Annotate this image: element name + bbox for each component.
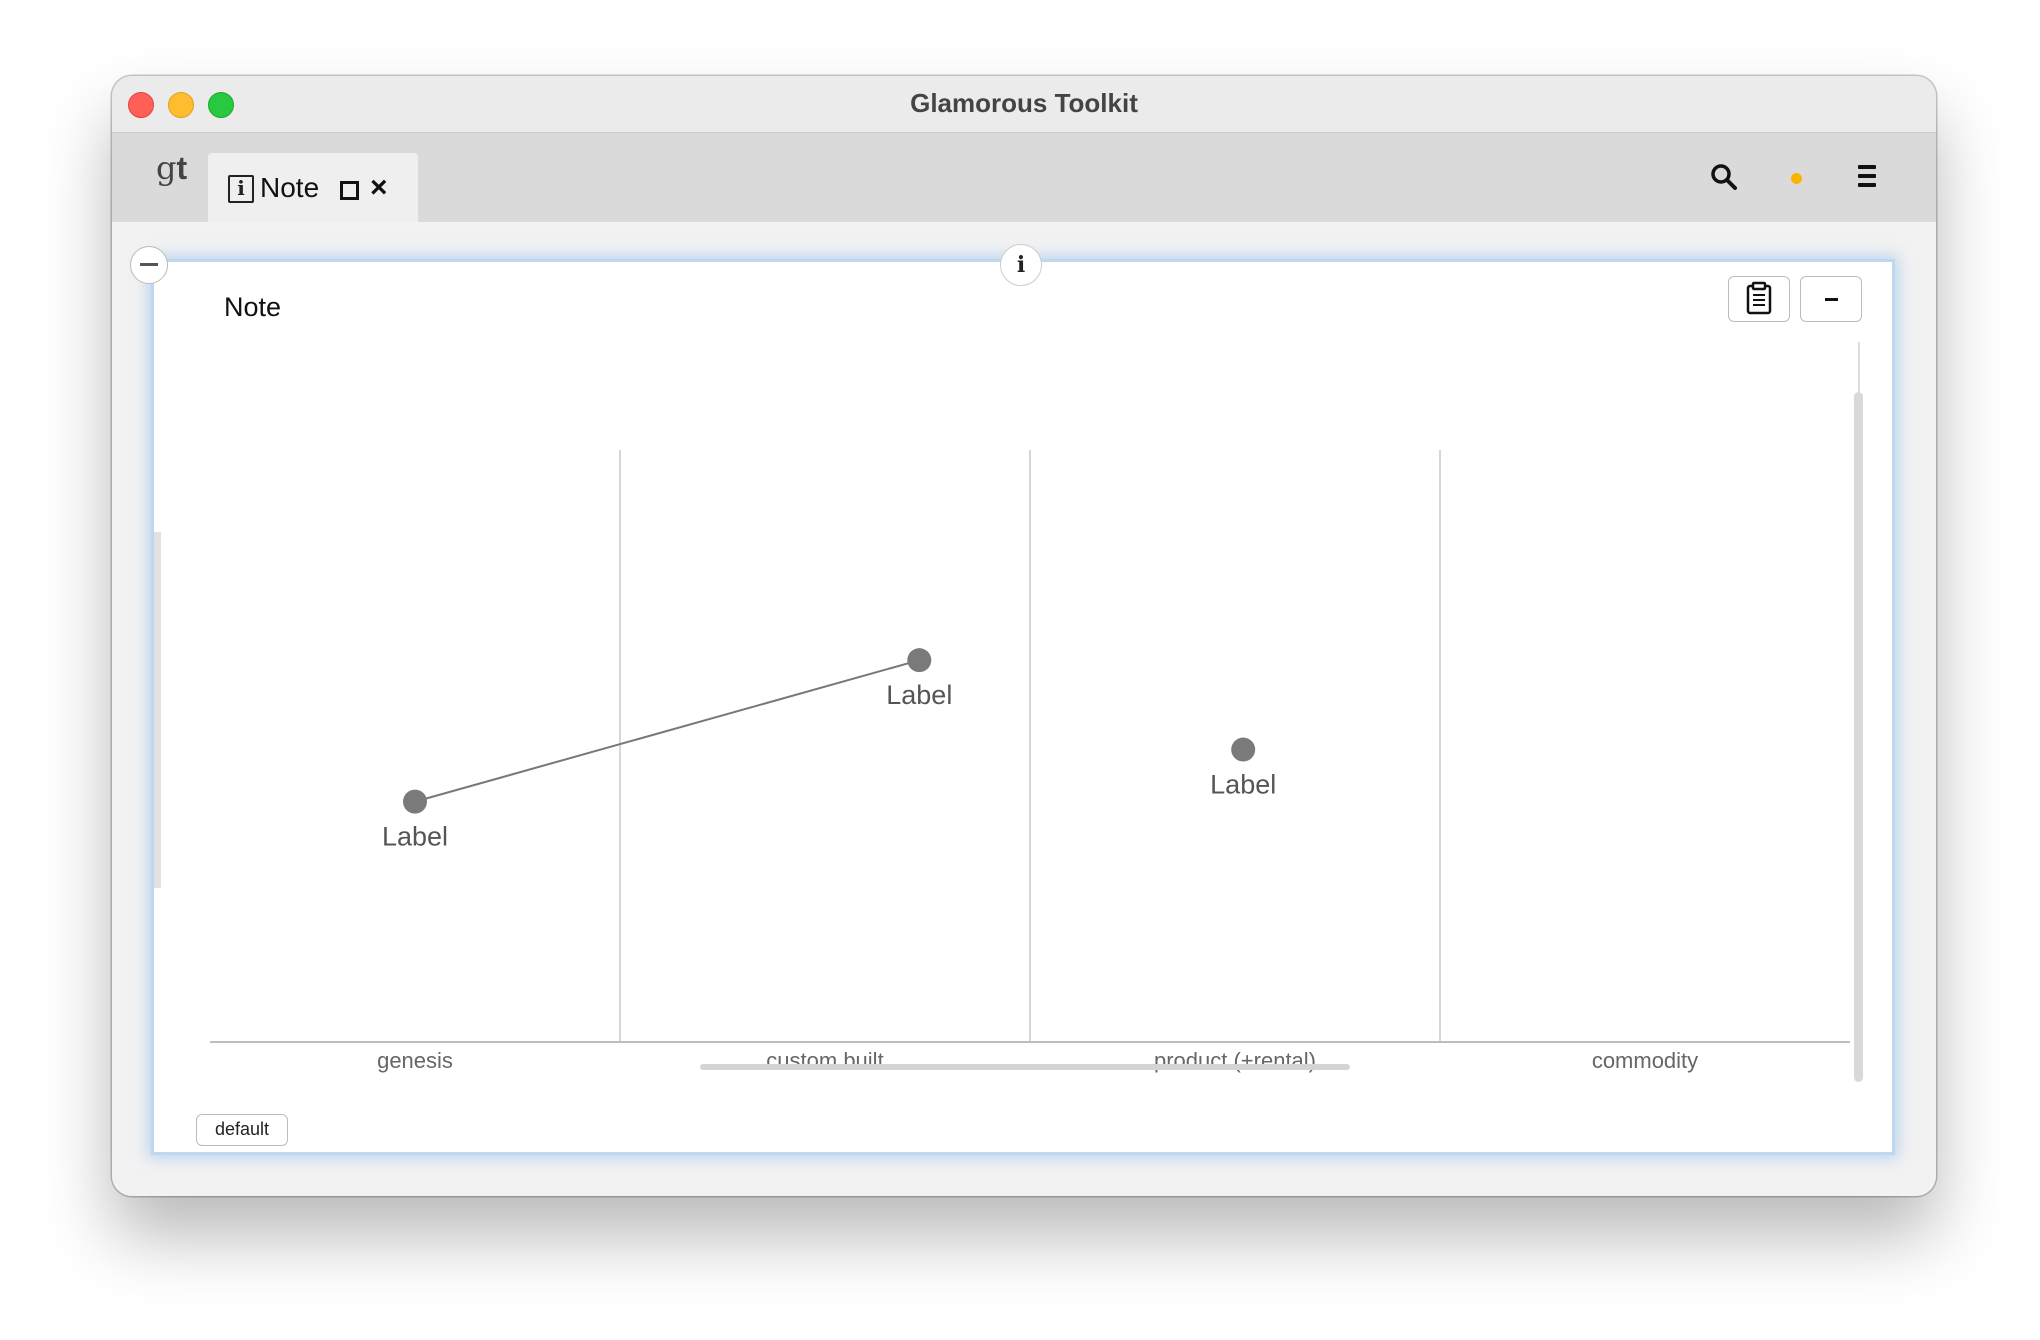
component-point <box>907 648 932 673</box>
vertical-scrollbar[interactable] <box>1854 392 1863 1082</box>
wardley-chart: genesis custom built product (+rental) comm… <box>210 450 1850 1073</box>
info-button[interactable]: i <box>1000 244 1042 286</box>
status-indicator[interactable] <box>1791 173 1802 184</box>
menu-icon[interactable] <box>1858 165 1876 192</box>
component-label: Label <box>886 680 952 710</box>
component-label: Label <box>382 822 448 852</box>
tab-bar: gt i Note × <box>112 133 1936 222</box>
title-bar: Glamorous Toolkit <box>112 76 1936 133</box>
gt-logo-t: t <box>176 150 188 186</box>
gt-logo-g: g <box>156 149 177 187</box>
scroll-track <box>1858 342 1860 392</box>
category-label: genesis <box>377 1048 453 1073</box>
component-point <box>1231 737 1256 762</box>
tab-note[interactable]: i Note × <box>208 153 418 222</box>
gt-logo-button[interactable]: gt <box>156 149 187 187</box>
window-title: Glamorous Toolkit <box>910 88 1138 118</box>
category-label: commodity <box>1592 1048 1698 1073</box>
horizontal-scrollbar[interactable] <box>700 1064 1350 1070</box>
minus-icon <box>140 263 158 266</box>
tab-label: Note <box>260 172 320 203</box>
info-icon: i <box>228 175 254 203</box>
maximize-tab-icon[interactable] <box>340 181 359 200</box>
close-tab-icon[interactable]: × <box>370 171 388 205</box>
component-point <box>403 789 427 814</box>
search-icon[interactable] <box>1710 163 1738 191</box>
component-link <box>414 659 920 803</box>
content-area: Note genesis custom built product (+rental… <box>112 222 1936 1196</box>
component-label: Label <box>1210 770 1276 800</box>
app-window: Glamorous Toolkit gt i Note × Note genes… <box>112 76 1936 1196</box>
collapse-button[interactable] <box>130 246 168 284</box>
default-button[interactable]: default <box>196 1114 288 1146</box>
note-pane: Note genesis custom built product (+rental… <box>154 262 1892 1152</box>
